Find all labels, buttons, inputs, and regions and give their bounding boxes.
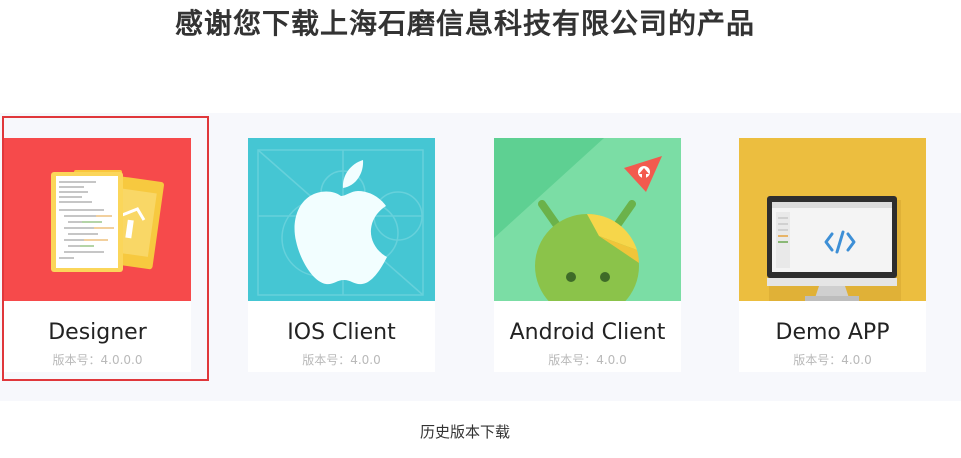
product-card-android[interactable]: Android Client 版本号：4.0.0 <box>494 138 681 372</box>
product-name: Demo APP <box>775 320 890 345</box>
product-card-designer[interactable]: Designer 版本号：4.0.0.0 <box>4 138 191 372</box>
product-version: 版本号：4.0.0 <box>793 353 872 367</box>
product-card-ios[interactable]: IOS Client 版本号：4.0.0 <box>248 138 435 372</box>
product-name: IOS Client <box>287 320 396 345</box>
product-name: Designer <box>48 320 147 345</box>
product-version: 版本号：4.0.0 <box>548 353 627 367</box>
product-version: 版本号：4.0.0 <box>302 353 381 367</box>
product-name: Android Client <box>509 320 666 345</box>
product-card-demo-app[interactable]: Demo APP 版本号：4.0.0 <box>739 138 926 372</box>
android-robot-icon <box>494 138 681 301</box>
history-versions-link[interactable]: 历史版本下载 <box>0 421 930 442</box>
page-title: 感谢您下载上海石磨信息科技有限公司的产品 <box>174 7 755 40</box>
product-version: 版本号：4.0.0.0 <box>52 353 143 367</box>
apple-icon <box>248 138 435 301</box>
monitor-code-icon <box>739 138 926 301</box>
designer-code-cards-icon <box>4 138 191 301</box>
